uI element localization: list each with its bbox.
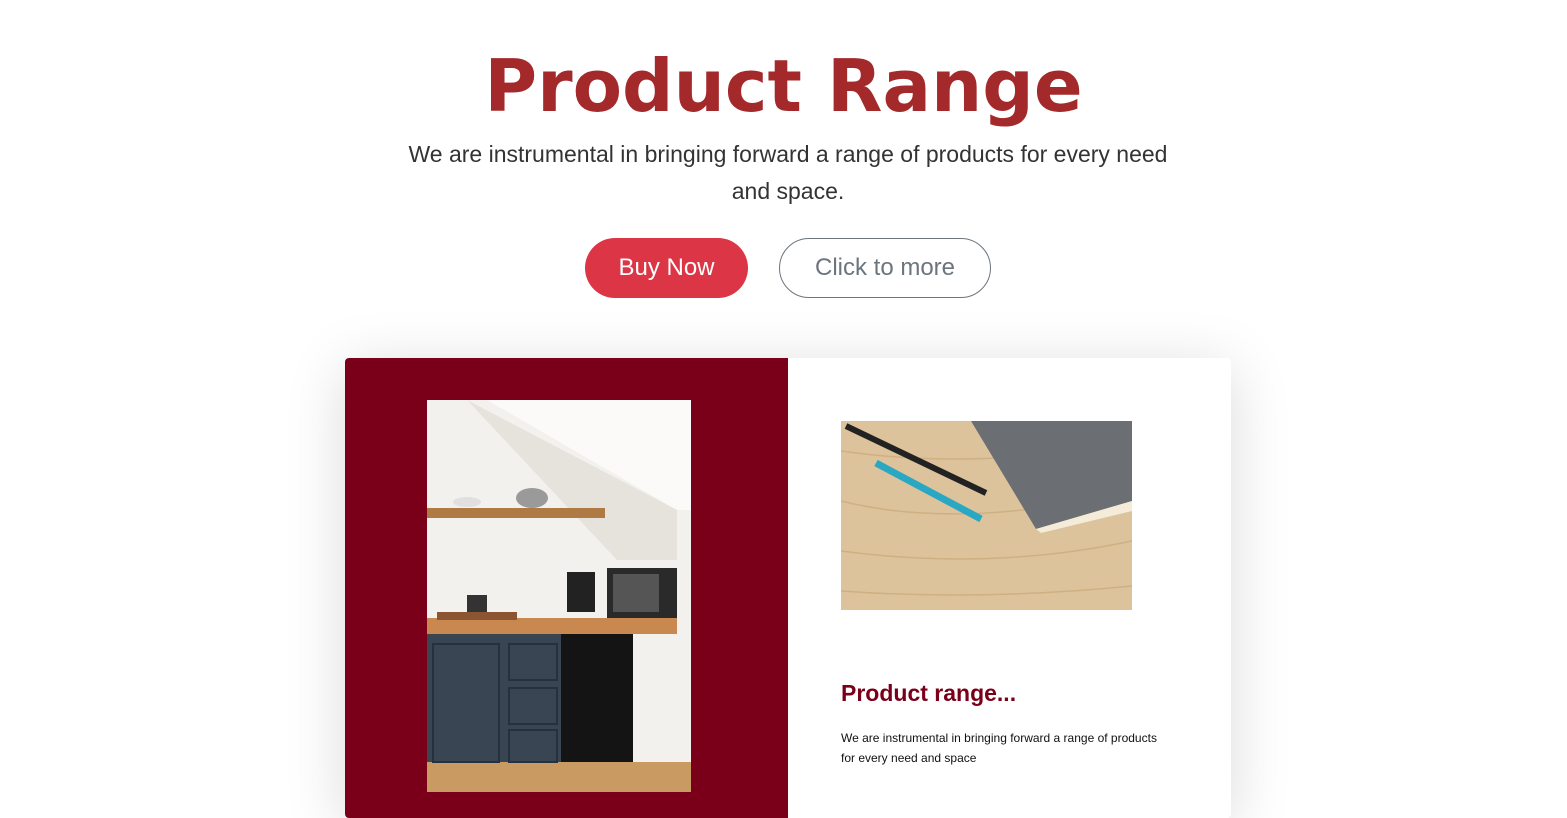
product-card: Product range... We are instrumental in … [345, 358, 1231, 818]
card-text: We are instrumental in bringing forward … [841, 731, 1157, 765]
page-subtitle: We are instrumental in bringing forward … [408, 141, 1168, 204]
page-title: Product Range [484, 44, 1083, 128]
click-to-more-button[interactable]: Click to more [779, 238, 991, 298]
card-left-panel [345, 358, 788, 818]
buy-now-button[interactable]: Buy Now [585, 238, 748, 298]
kitchen-image [427, 400, 691, 792]
pencils-notebook-image [841, 421, 1132, 610]
card-title: Product range... [841, 680, 1017, 706]
